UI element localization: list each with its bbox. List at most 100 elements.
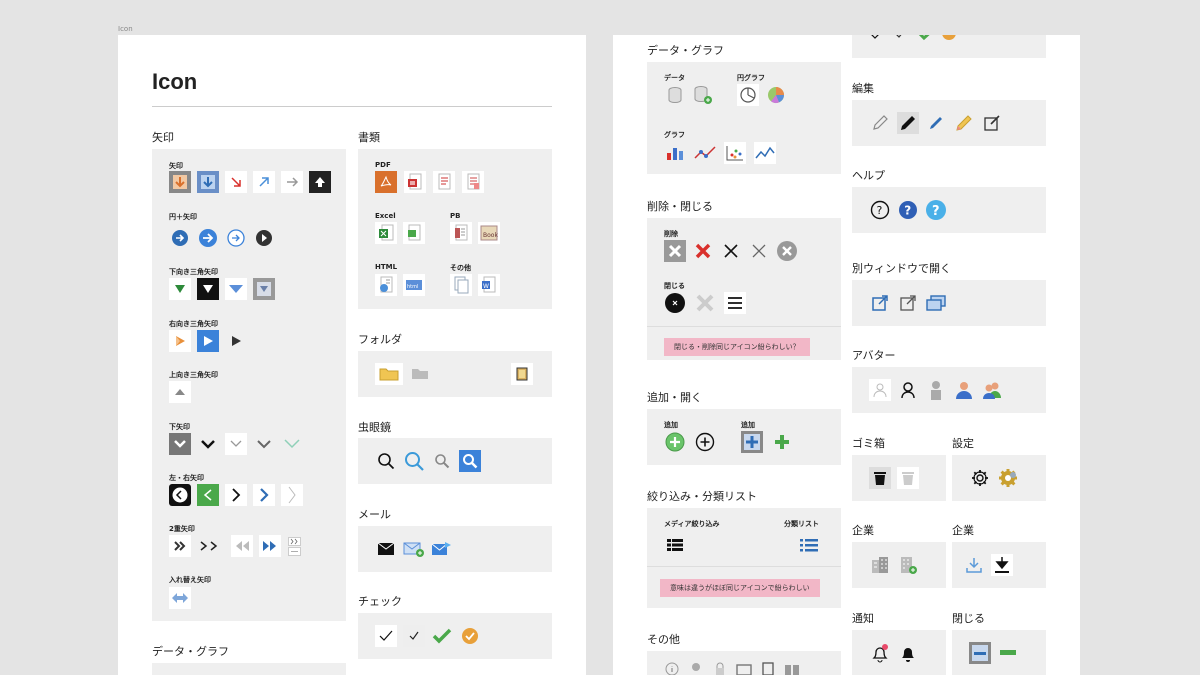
- sub-swap-arrow: 入れ替え矢印: [169, 576, 211, 584]
- check-green-icon: [431, 625, 453, 647]
- triangle-right-black-icon: [225, 330, 247, 352]
- sub-left-right-arrow: 左・右矢印: [169, 474, 204, 482]
- folder-panel: [358, 351, 552, 397]
- circle-arrow-outline-icon: [225, 227, 247, 249]
- close-circle-gray-icon: [776, 240, 798, 262]
- edit-square-icon: [981, 112, 1003, 134]
- sub-category-list: 分類リスト: [784, 520, 819, 528]
- section-title-new-window: 別ウィンドウで開く: [852, 262, 951, 275]
- section-title-data-graph: データ・グラフ: [647, 44, 724, 57]
- svg-text:?: ?: [904, 204, 911, 218]
- pencil-blue-icon: [925, 112, 947, 134]
- sub-circle-arrow: 円＋矢印: [169, 213, 197, 221]
- chevron-left-green-icon: [197, 484, 219, 506]
- delete-gray-box-icon: [664, 240, 686, 262]
- frame-label: Icon: [118, 25, 133, 33]
- section-title-settings: 設定: [952, 437, 974, 450]
- add-circle-outline-icon: [694, 431, 716, 453]
- pie-chart-color-icon: [765, 84, 787, 106]
- check-thin-icon-partial: [869, 35, 885, 43]
- minimize-box-icon: [969, 642, 991, 664]
- pdf-file-icon: [404, 171, 426, 193]
- download-blue-icon: [963, 554, 985, 576]
- notification-panel: [852, 630, 946, 675]
- svg-text:html: html: [407, 284, 418, 290]
- arrow-diagonal-red-icon: [225, 171, 247, 193]
- close-light-gray-icon: [694, 292, 716, 314]
- section-title-close: 閉じる: [952, 612, 985, 625]
- line-chart-color-icon: [694, 142, 716, 164]
- triangle-right-orange-icon: [169, 330, 191, 352]
- gear-outline-icon: [969, 467, 991, 489]
- section-title-edit: 編集: [852, 82, 874, 95]
- section-title-delete-close: 削除・閉じる: [647, 200, 713, 213]
- company-1-panel: [852, 542, 946, 588]
- section-title-avatar: アバター: [852, 349, 896, 362]
- pencil-gray-icon: [869, 112, 891, 134]
- section-title-other: その他: [647, 633, 680, 646]
- sub-add-1: 追加: [664, 421, 678, 429]
- trash-panel: [852, 455, 946, 501]
- search-black-icon: [375, 450, 397, 472]
- database-add-icon: [692, 84, 714, 106]
- list-blue-icon: [798, 534, 820, 556]
- check-circle-orange-icon: [459, 625, 481, 647]
- sub-data: データ: [664, 74, 685, 82]
- pdf-orange-icon: [375, 171, 397, 193]
- triangle-down-blue-icon: [225, 278, 247, 300]
- html-file-2-icon: html: [403, 274, 425, 296]
- check-small-icon-partial: [893, 35, 909, 43]
- delete-red-icon: [692, 240, 714, 262]
- help-outline-icon: ?: [869, 199, 891, 221]
- swap-arrow-icon: [169, 587, 191, 609]
- mail-panel: [358, 526, 552, 572]
- section-title-notification: 通知: [852, 612, 874, 625]
- book-open-icon: [784, 661, 800, 675]
- arrow-down-orange-icon: [169, 171, 191, 193]
- sub-other-docs: その他: [450, 264, 471, 272]
- company-2-panel: [952, 542, 1046, 588]
- avatar-panel: [852, 367, 1046, 413]
- word-file-icon: W: [478, 274, 500, 296]
- arrow-up-black-icon: [309, 171, 331, 193]
- search-blue-icon: [403, 450, 425, 472]
- section-title-company-1: 企業: [852, 524, 874, 537]
- circle-play-black-icon: [253, 227, 275, 249]
- line-chart-blue-icon: [754, 142, 776, 164]
- delete-close-note: 閉じる・削除同じアイコン紛らわしい？: [664, 338, 810, 356]
- scatter-chart-icon: [724, 142, 746, 164]
- sub-close: 閉じる: [664, 282, 685, 290]
- section-title-company-2: 企業: [952, 524, 974, 537]
- trash-gray-icon: [897, 467, 919, 489]
- svg-text:?: ?: [877, 204, 883, 217]
- help-light-blue-icon: ?: [925, 199, 947, 221]
- help-blue-icon: ?: [897, 199, 919, 221]
- avatar-outline-icon: [897, 379, 919, 401]
- sub-excel: Excel: [375, 212, 396, 220]
- delete-close-panel: 削除 閉じる 閉じる・削除同じアイコン紛らわしい？: [647, 218, 841, 360]
- section-title-trash: ゴミ箱: [852, 437, 885, 450]
- new-window-panel: [852, 280, 1046, 326]
- settings-panel: [952, 455, 1046, 501]
- sub-down-triangle: 下向き三角矢印: [169, 268, 218, 276]
- excel-file-2-icon: [403, 222, 425, 244]
- triangle-down-black-box-icon: [197, 278, 219, 300]
- mail-add-icon: [403, 538, 425, 560]
- building-add-icon: [897, 554, 919, 576]
- triangle-down-green-icon: [169, 278, 191, 300]
- pb-file-icon: [450, 222, 472, 244]
- add-open-panel: 追加 追加: [647, 409, 841, 465]
- sub-right-triangle: 右向き三角矢印: [169, 320, 218, 328]
- user-pin-icon: [688, 661, 704, 675]
- pie-chart-outline-icon: [737, 84, 759, 106]
- sub-delete: 削除: [664, 230, 678, 238]
- pencil-black-icon: [897, 112, 919, 134]
- section-title-mail: メール: [358, 508, 391, 521]
- add-circle-green-icon: [664, 431, 686, 453]
- bell-black-icon: [897, 642, 919, 664]
- check-circle-orange-icon-partial: [941, 35, 957, 43]
- fast-forward-blue-icon: [259, 535, 281, 557]
- info-circle-icon: [664, 661, 680, 675]
- chevron-left-circle-icon: [169, 484, 191, 506]
- menu-hamburger-icon: [724, 292, 746, 314]
